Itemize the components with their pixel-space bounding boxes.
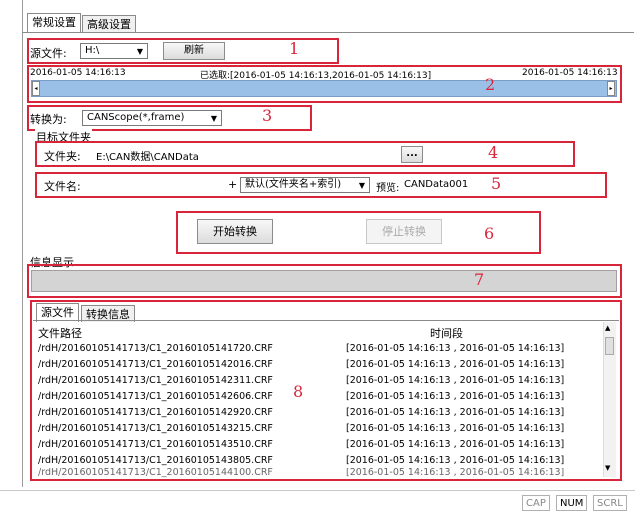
- annotation-number-3: 3: [262, 106, 273, 125]
- row-time: [2016-01-05 14:16:13 , 2016-01-05 14:16:…: [346, 455, 565, 466]
- row-path: /rdH/20160105141713/C1_20160105144100.CR…: [38, 468, 273, 478]
- row-path: /rdH/20160105141713/C1_20160105142016.CR…: [38, 359, 273, 370]
- row-path: /rdH/20160105141713/C1_20160105142606.CR…: [38, 391, 273, 402]
- scroll-up-icon[interactable]: ▲: [605, 324, 610, 332]
- annotation-number-7: 7: [474, 270, 485, 289]
- annotation-number-4: 4: [488, 143, 499, 162]
- status-scrl: SCRL: [593, 495, 627, 511]
- source-label: 源文件:: [30, 47, 67, 60]
- tab-advanced-settings[interactable]: 高级设置: [82, 15, 136, 32]
- folder-label: 文件夹:: [44, 150, 81, 163]
- tab-divider: [22, 32, 634, 33]
- table-row[interactable]: /rdH/20160105141713/C1_20160105142606.CR…: [38, 389, 608, 404]
- chevron-down-icon: ▼: [136, 47, 143, 56]
- row-path: /rdH/20160105141713/C1_20160105142311.CR…: [38, 375, 273, 386]
- refresh-button[interactable]: 刷新: [163, 42, 225, 60]
- preview-value: CANData001: [404, 179, 469, 190]
- row-time: [2016-01-05 14:16:13 , 2016-01-05 14:16:…: [346, 423, 565, 434]
- table-row[interactable]: /rdH/20160105141713/C1_20160105143510.CR…: [38, 437, 608, 452]
- range-end: 2016-01-05 14:16:13: [522, 68, 618, 78]
- row-path: /rdH/20160105141713/C1_20160105143805.CR…: [38, 455, 273, 466]
- row-path: /rdH/20160105141713/C1_20160105142920.CR…: [38, 407, 273, 418]
- row-time: [2016-01-05 14:16:13 , 2016-01-05 14:16:…: [346, 439, 565, 450]
- preview-label: 预览:: [376, 183, 400, 194]
- table-row[interactable]: /rdH/20160105141713/C1_20160105143805.CR…: [38, 453, 608, 468]
- annotation-number-5: 5: [491, 174, 502, 193]
- table-row[interactable]: /rdH/20160105141713/C1_20160105142920.CR…: [38, 405, 608, 420]
- row-path: /rdH/20160105141713/C1_20160105143510.CR…: [38, 439, 273, 450]
- chevron-down-icon: ▼: [358, 181, 365, 190]
- info-progress-bar: [31, 270, 617, 292]
- row-path: /rdH/20160105141713/C1_20160105143215.CR…: [38, 423, 273, 434]
- list-tab-divider: [33, 320, 619, 321]
- column-header-path: 文件路径: [38, 327, 82, 340]
- scroll-down-icon[interactable]: ▼: [605, 464, 610, 472]
- annotation-number-6: 6: [484, 224, 495, 243]
- status-divider: [0, 490, 635, 491]
- status-num: NUM: [556, 495, 588, 511]
- scrollbar-thumb[interactable]: [605, 337, 614, 355]
- row-time: [2016-01-05 14:16:13 , 2016-01-05 14:16:…: [346, 407, 565, 418]
- browse-button[interactable]: ...: [401, 146, 423, 163]
- stop-convert-button[interactable]: 停止转换: [366, 219, 442, 244]
- filename-mode-value: 默认(文件夹名+索引): [245, 179, 342, 190]
- drive-value: H:\: [85, 45, 100, 56]
- row-time: [2016-01-05 14:16:13 , 2016-01-05 14:16:…: [346, 375, 565, 386]
- tab-normal-settings[interactable]: 常规设置: [27, 13, 81, 32]
- annotation-number-2: 2: [485, 75, 496, 94]
- range-start: 2016-01-05 14:16:13: [30, 68, 126, 78]
- slider-left-handle[interactable]: ◂: [32, 81, 40, 96]
- filename-label: 文件名:: [44, 180, 81, 193]
- annotation-number-1: 1: [289, 39, 300, 58]
- row-path: /rdH/20160105141713/C1_20160105141720.CR…: [38, 343, 273, 354]
- drive-select[interactable]: H:\ ▼: [80, 43, 148, 59]
- table-row[interactable]: /rdH/20160105141713/C1_20160105142311.CR…: [38, 373, 608, 388]
- table-row[interactable]: /rdH/20160105141713/C1_20160105143215.CR…: [38, 421, 608, 436]
- table-row[interactable]: /rdH/20160105141713/C1_20160105144100.CR…: [38, 468, 608, 478]
- table-row[interactable]: /rdH/20160105141713/C1_20160105142016.CR…: [38, 357, 608, 372]
- filename-mode-select[interactable]: 默认(文件夹名+索引) ▼: [240, 177, 370, 193]
- folder-path-value: E:\CAN数据\CANData: [96, 152, 199, 163]
- start-convert-button[interactable]: 开始转换: [197, 219, 273, 244]
- time-range-slider[interactable]: [31, 80, 617, 97]
- annotation-number-8: 8: [293, 382, 304, 401]
- row-time: [2016-01-05 14:16:13 , 2016-01-05 14:16:…: [346, 391, 565, 402]
- table-row[interactable]: /rdH/20160105141713/C1_20160105141720.CR…: [38, 341, 608, 356]
- format-value: CANScope(*,frame): [87, 112, 185, 123]
- row-time: [2016-01-05 14:16:13 , 2016-01-05 14:16:…: [346, 343, 565, 354]
- column-header-time: 时间段: [430, 327, 463, 340]
- row-time: [2016-01-05 14:16:13 , 2016-01-05 14:16:…: [346, 359, 565, 370]
- row-time: [2016-01-05 14:16:13 , 2016-01-05 14:16:…: [346, 468, 565, 478]
- plus-sign: +: [228, 178, 238, 191]
- slider-right-handle[interactable]: ▸: [607, 81, 615, 96]
- status-cap: CAP: [522, 495, 550, 511]
- convert-label: 转换为:: [30, 113, 67, 126]
- format-select[interactable]: CANScope(*,frame) ▼: [82, 110, 222, 126]
- chevron-down-icon: ▼: [210, 114, 217, 123]
